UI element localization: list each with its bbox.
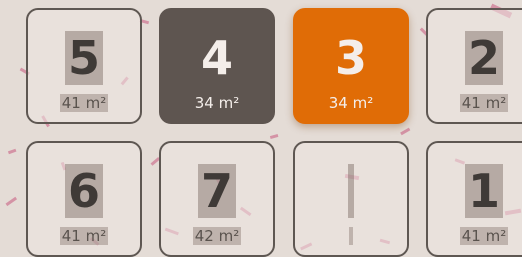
tile-number: 4 <box>200 31 233 85</box>
tile-area: 42 m² <box>192 227 242 245</box>
tile-area: 41 m² <box>59 227 109 245</box>
tile-number <box>348 164 354 218</box>
tile-2[interactable]: 2 41 m² <box>426 8 522 124</box>
tile-area: 34 m² <box>194 94 240 112</box>
tile-6[interactable]: 6 41 m² <box>26 141 142 257</box>
tile-5[interactable]: 5 41 m² <box>26 8 142 124</box>
tile-number: 5 <box>64 31 103 85</box>
tile-7[interactable]: 7 42 m² <box>159 141 275 257</box>
tile-number: 2 <box>464 31 503 85</box>
tile-area <box>349 227 353 245</box>
tile-area: 41 m² <box>459 94 509 112</box>
tile-area: 41 m² <box>59 94 109 112</box>
tile-area: 41 m² <box>459 227 509 245</box>
tile-number: 7 <box>197 164 236 218</box>
tile-area: 34 m² <box>328 94 374 112</box>
tile-number: 1 <box>464 164 503 218</box>
tile-empty[interactable] <box>293 141 409 257</box>
tile-number: 6 <box>64 164 103 218</box>
tile-3[interactable]: 3 34 m² <box>293 8 409 124</box>
tile-number: 3 <box>334 31 367 85</box>
tile-4[interactable]: 4 34 m² <box>159 8 275 124</box>
tile-1[interactable]: 1 41 m² <box>426 141 522 257</box>
